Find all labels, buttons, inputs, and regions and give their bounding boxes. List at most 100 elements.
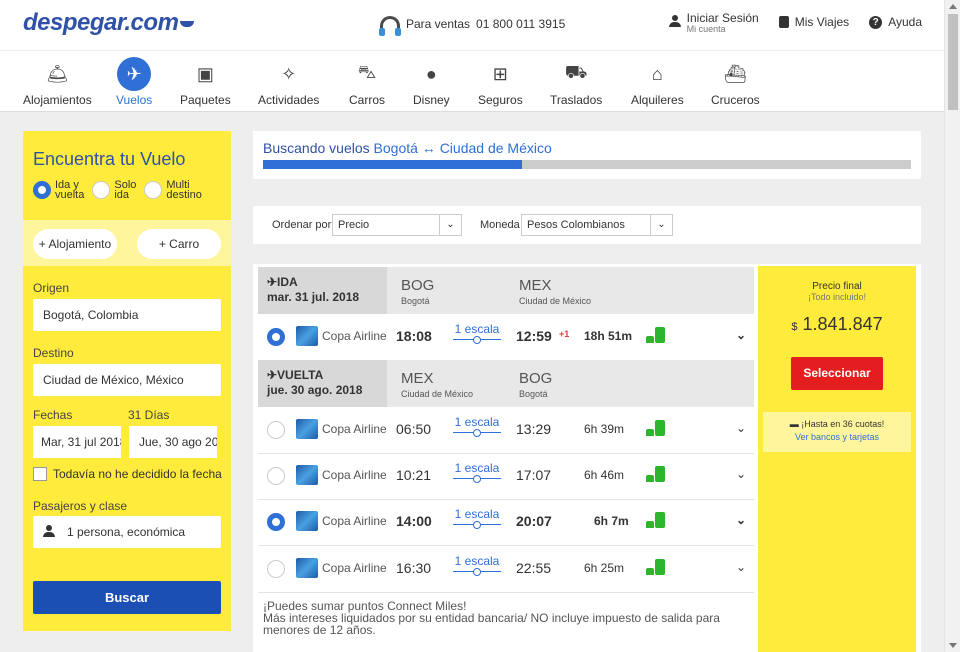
nav-item-traslados[interactable]: ⛟ Traslados bbox=[550, 57, 602, 107]
nav-item-seguros[interactable]: ⊞ Seguros bbox=[478, 57, 523, 108]
inbound-from-city: Ciudad de México bbox=[401, 389, 474, 399]
inbound-from-code: MEX bbox=[401, 370, 434, 387]
order-by-select[interactable]: Precio ⌄ bbox=[332, 214, 462, 236]
duration: 6h 39m bbox=[584, 422, 625, 436]
scroll-down-icon[interactable] bbox=[949, 643, 957, 648]
destination-label: Destino bbox=[33, 346, 74, 360]
departure-time: 10:21 bbox=[396, 467, 432, 483]
login-menu[interactable]: Iniciar Sesión Mi cuenta bbox=[668, 11, 759, 34]
outbound-to-city: Ciudad de México bbox=[519, 296, 592, 306]
trip-type-roundtrip[interactable]: Ida y vuelta bbox=[33, 180, 84, 201]
duration: 18h 51m bbox=[584, 329, 633, 343]
radio-icon[interactable] bbox=[267, 560, 285, 578]
luggage-icon bbox=[646, 420, 665, 436]
copa-airlines-logo-icon bbox=[296, 511, 318, 531]
arrival-time: 17:07 bbox=[516, 467, 552, 483]
stops-link[interactable]: 1 escala bbox=[453, 507, 501, 529]
destination-input[interactable]: Ciudad de México, México bbox=[33, 364, 221, 396]
page-scrollbar[interactable] bbox=[944, 0, 960, 652]
outbound-direction: ✈IDA bbox=[267, 275, 298, 289]
fare-notes: ¡Puedes sumar puntos Connect Miles! Más … bbox=[263, 600, 753, 636]
my-trips-link[interactable]: Mis Viajes bbox=[778, 15, 849, 29]
outbound-from-city: Bogotá bbox=[401, 296, 430, 306]
ship-icon: ⛴ bbox=[723, 63, 747, 84]
nav-item-disney[interactable]: ● Disney bbox=[413, 57, 450, 108]
stops-link[interactable]: 1 escala bbox=[453, 415, 501, 437]
arrival-time: 13:29 bbox=[516, 421, 552, 437]
departure-date-input[interactable]: Mar, 31 jul 2018 bbox=[33, 426, 121, 458]
departure-time: 14:00 bbox=[396, 513, 432, 529]
nav-item-alojamientos[interactable]: 🛎 Alojamientos bbox=[23, 57, 92, 108]
radio-selected-icon[interactable] bbox=[267, 513, 285, 531]
duration: 6h 46m bbox=[584, 468, 625, 482]
stops-link[interactable]: 1 escala bbox=[453, 322, 501, 344]
nav-item-carros[interactable]: ⛍ Carros bbox=[349, 57, 385, 107]
sort-toolbar: Ordenar por Precio ⌄ Moneda Pesos Colomb… bbox=[253, 206, 921, 244]
price-panel: Precio final ¡Todo incluido! $ 1.841.847… bbox=[758, 266, 916, 652]
nav-item-cruceros[interactable]: ⛴ Cruceros bbox=[711, 57, 760, 108]
stops-link[interactable]: 1 escala bbox=[453, 461, 501, 483]
select-button[interactable]: Seleccionar bbox=[791, 357, 883, 390]
radio-icon[interactable] bbox=[267, 467, 285, 485]
flight-row[interactable]: Copa Airlines 10:21 1 escala 17:07 6h 46… bbox=[258, 453, 754, 499]
trip-type-oneway[interactable]: Solo ida bbox=[92, 180, 136, 201]
airline-name: Copa Airlines bbox=[322, 422, 386, 436]
stops-link[interactable]: 1 escala bbox=[453, 554, 501, 576]
help-link[interactable]: ? Ayuda bbox=[869, 15, 922, 29]
flight-row[interactable]: Copa Airlines 18:08 1 escala 12:59 +1 18… bbox=[258, 314, 754, 360]
scroll-up-icon[interactable] bbox=[949, 4, 957, 9]
add-car-button[interactable]: + Carro bbox=[137, 229, 221, 259]
add-hotel-button[interactable]: + Alojamiento bbox=[33, 229, 117, 259]
inbound-date: jue. 30 ago. 2018 bbox=[267, 383, 363, 397]
chevron-down-icon[interactable]: ⌄ bbox=[736, 328, 746, 342]
car-icon: ⛍ bbox=[357, 62, 377, 82]
flight-row[interactable]: Copa Airlines 16:30 1 escala 22:55 6h 25… bbox=[258, 546, 754, 592]
scroll-thumb[interactable] bbox=[948, 14, 958, 110]
return-date-input[interactable]: Jue, 30 ago 2018 bbox=[129, 426, 217, 458]
sales-phone-number: 01 800 011 3915 bbox=[476, 17, 566, 31]
banks-link[interactable]: Ver bancos y tarjetas bbox=[763, 431, 911, 444]
outbound-from-code: BOG bbox=[401, 277, 435, 294]
origin-input[interactable]: Bogotá, Colombia bbox=[33, 299, 221, 331]
passengers-label: Pasajeros y clase bbox=[33, 499, 128, 513]
inbound-to-code: BOG bbox=[519, 370, 553, 387]
nav-item-vuelos[interactable]: ✈ Vuelos bbox=[116, 57, 152, 107]
undecided-date-checkbox[interactable]: Todavía no he decidido la fecha bbox=[33, 467, 222, 481]
outbound-to-code: MEX bbox=[519, 277, 552, 294]
price-included: ¡Todo incluido! bbox=[807, 292, 867, 302]
radio-icon bbox=[144, 181, 163, 199]
radio-selected-icon[interactable] bbox=[267, 328, 285, 346]
stop-line-icon bbox=[453, 475, 501, 483]
flight-row[interactable]: Copa Airlines 14:00 1 escala 20:07 6h 7m… bbox=[258, 499, 754, 545]
mickey-icon: ● bbox=[425, 63, 437, 84]
house-icon: ⌂ bbox=[651, 63, 663, 84]
luggage-icon bbox=[646, 327, 665, 343]
outbound-date: mar. 31 jul. 2018 bbox=[267, 290, 360, 304]
passengers-input[interactable]: 1 persona, económica bbox=[33, 516, 221, 548]
chevron-down-icon[interactable]: ⌄ bbox=[736, 467, 746, 481]
plane-icon: ✈ bbox=[117, 57, 152, 91]
nav-item-paquetes[interactable]: ▣ Paquetes bbox=[180, 57, 231, 108]
chevron-down-icon: ⌄ bbox=[650, 215, 672, 235]
activities-icon: ✧ bbox=[281, 63, 297, 84]
despegar-logo[interactable]: despegar.com bbox=[23, 9, 195, 37]
airline-name: Copa Airlines bbox=[322, 561, 386, 575]
login-sub: Mi cuenta bbox=[686, 24, 726, 34]
currency-select[interactable]: Pesos Colombianos ⌄ bbox=[521, 214, 673, 236]
radio-icon bbox=[92, 181, 111, 199]
flight-row[interactable]: Copa Airlines 06:50 1 escala 13:29 6h 39… bbox=[258, 407, 754, 453]
chevron-down-icon[interactable]: ⌄ bbox=[736, 421, 746, 435]
person-icon bbox=[43, 525, 57, 539]
search-button[interactable]: Buscar bbox=[33, 581, 221, 614]
user-icon bbox=[668, 15, 681, 27]
nav-item-alquileres[interactable]: ⌂ Alquileres bbox=[631, 57, 684, 108]
duration: 6h 25m bbox=[584, 561, 625, 575]
nav-item-actividades[interactable]: ✧ Actividades bbox=[258, 57, 319, 108]
chevron-down-icon[interactable]: ⌄ bbox=[736, 560, 746, 574]
progress-bar bbox=[263, 160, 911, 169]
installments-box: ▬ ¡Hasta en 36 cuotas! Ver bancos y tarj… bbox=[763, 412, 911, 452]
trip-type-multi[interactable]: Multi destino bbox=[144, 180, 202, 201]
radio-icon[interactable] bbox=[267, 421, 285, 439]
chevron-down-icon[interactable]: ⌄ bbox=[736, 513, 746, 527]
inbound-direction: ✈VUELTA bbox=[267, 368, 324, 382]
